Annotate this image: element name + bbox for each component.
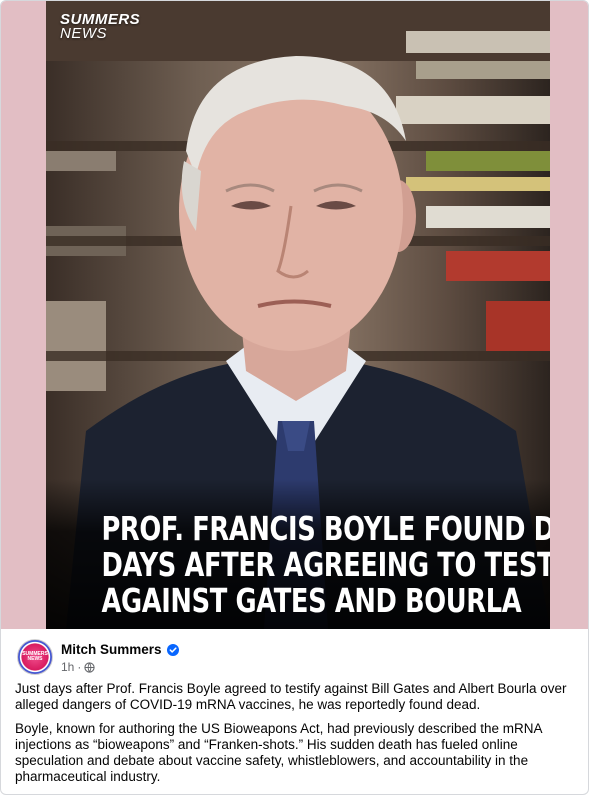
globe-icon[interactable] — [84, 661, 95, 673]
post-paragraph-2: Boyle, known for authoring the US Biowea… — [15, 721, 542, 784]
headline-line-2: DAYS AFTER AGREEING TO TESTIFY — [101, 545, 550, 584]
verified-badge-icon — [166, 643, 179, 656]
meta-separator: · — [77, 660, 82, 674]
post-body: Just days after Prof. Francis Boyle agre… — [15, 681, 575, 793]
avatar[interactable]: SUMMERS NEWS — [17, 639, 53, 675]
author-row: Mitch Summers — [61, 642, 179, 657]
post-meta: 1h · — [61, 660, 95, 674]
headline-line-3: AGAINST GATES AND BOURLA — [101, 581, 522, 620]
post-header: SUMMERS NEWS Mitch Summers 1h · — [1, 629, 588, 677]
watermark-line2: NEWS — [60, 25, 107, 42]
post-media-frame: SUMMERS NEWS PROF. FRANCIS BOYLE FOUND D… — [1, 1, 588, 629]
author-name[interactable]: Mitch Summers — [61, 642, 162, 657]
facebook-post: SUMMERS NEWS PROF. FRANCIS BOYLE FOUND D… — [0, 0, 589, 795]
image-headline: PROF. FRANCIS BOYLE FOUND DEAD DAYS AFTE… — [101, 509, 550, 620]
headline-line-1: PROF. FRANCIS BOYLE FOUND DEAD — [101, 509, 550, 548]
post-image[interactable]: SUMMERS NEWS PROF. FRANCIS BOYLE FOUND D… — [46, 1, 550, 629]
post-timestamp[interactable]: 1h — [61, 660, 74, 674]
post-paragraph-1: Just days after Prof. Francis Boyle agre… — [15, 681, 567, 712]
avatar-label: SUMMERS NEWS — [22, 651, 48, 662]
summers-news-watermark: SUMMERS NEWS — [60, 12, 140, 42]
